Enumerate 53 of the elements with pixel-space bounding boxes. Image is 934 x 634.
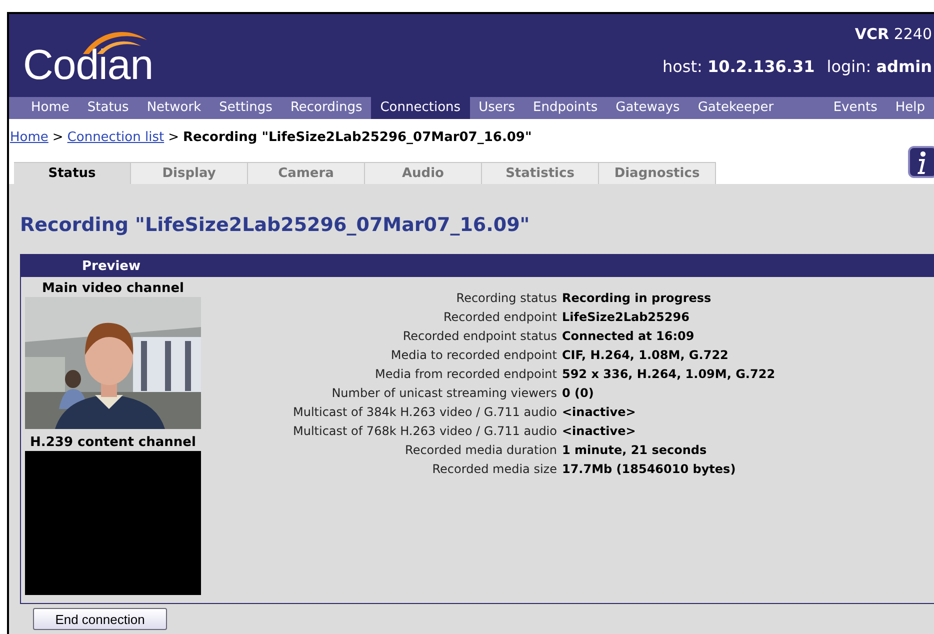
field-label: Recorded media size [431,462,557,476]
field-value: Recording in progress [562,291,712,305]
field-value: LifeSize2Lab25296 [562,310,690,324]
breadcrumb-separator: > [52,130,64,147]
tab[interactable]: Status [14,162,131,184]
nav-item[interactable]: Gateways [606,97,689,119]
field-value: Connected at 16:09 [562,329,696,343]
tab[interactable]: Diagnostics [599,162,716,184]
field-value: 0 (0) [562,386,595,400]
nav-item[interactable]: Help [886,97,934,119]
channel-label: Main video channel [42,281,184,296]
panel-heading: Preview [82,259,141,274]
field-label: Recorded endpoint status [402,329,557,343]
field-label: Number of unicast streaming viewers [330,386,557,400]
info-icon[interactable] [908,146,934,178]
tab[interactable]: Audio [365,162,482,184]
tab[interactable]: Display [131,162,248,184]
field-value: 17.7Mb (18546010 bytes) [562,462,737,476]
field-value: <inactive> [562,405,637,419]
logo-text: Codian [23,42,154,88]
field-value: 592 x 336, H.264, 1.09M, G.722 [562,367,776,381]
host-text: host: 10.2.136.31 [662,57,815,76]
field-label: Multicast of 768k H.263 video / G.711 audio [293,424,557,438]
login-text: login: admin [826,57,932,76]
nav-item[interactable]: Users [470,97,524,119]
field-label: Recorded endpoint [442,310,557,324]
nav-item[interactable]: Settings [210,97,282,119]
nav-item[interactable]: Connections [371,97,470,119]
nav-item[interactable]: Status [78,97,138,119]
nav-item[interactable]: Endpoints [524,97,607,119]
field-label: Recorded media duration [404,443,557,457]
field-value: 1 minute, 21 seconds [562,443,708,457]
product-name: VCR 2240 [854,25,932,43]
nav-item[interactable]: Network [138,97,210,119]
breadcrumb-link[interactable]: Home [10,130,48,150]
nav-item[interactable]: Recordings [281,97,372,119]
field-label: Multicast of 384k H.263 video / G.711 audio [293,405,557,419]
field-value: CIF, H.264, 1.08M, G.722 [562,348,730,362]
tab[interactable]: Camera [248,162,365,184]
nav-item[interactable]: Home [22,97,78,119]
field-label: Media from recorded endpoint [374,367,557,381]
breadcrumb-current: Recording "LifeSize2Lab25296_07Mar07_16.09" [183,130,532,147]
field-label: Media to recorded endpoint [390,348,557,362]
field-value: <inactive> [562,424,637,438]
nav-item[interactable]: Events [824,97,886,119]
end-connection-button[interactable]: End connection [33,608,167,630]
tab[interactable]: Statistics [482,162,599,184]
breadcrumb-separator: > [168,130,179,147]
channel-label: H.239 content channel [30,435,196,450]
breadcrumb-link[interactable]: Connection list [67,130,164,150]
field-label: Recording status [455,291,557,305]
page-title: Recording "LifeSize2Lab25296_07Mar07_16.09" [20,214,531,236]
nav-item[interactable]: Gatekeeper [688,97,783,119]
